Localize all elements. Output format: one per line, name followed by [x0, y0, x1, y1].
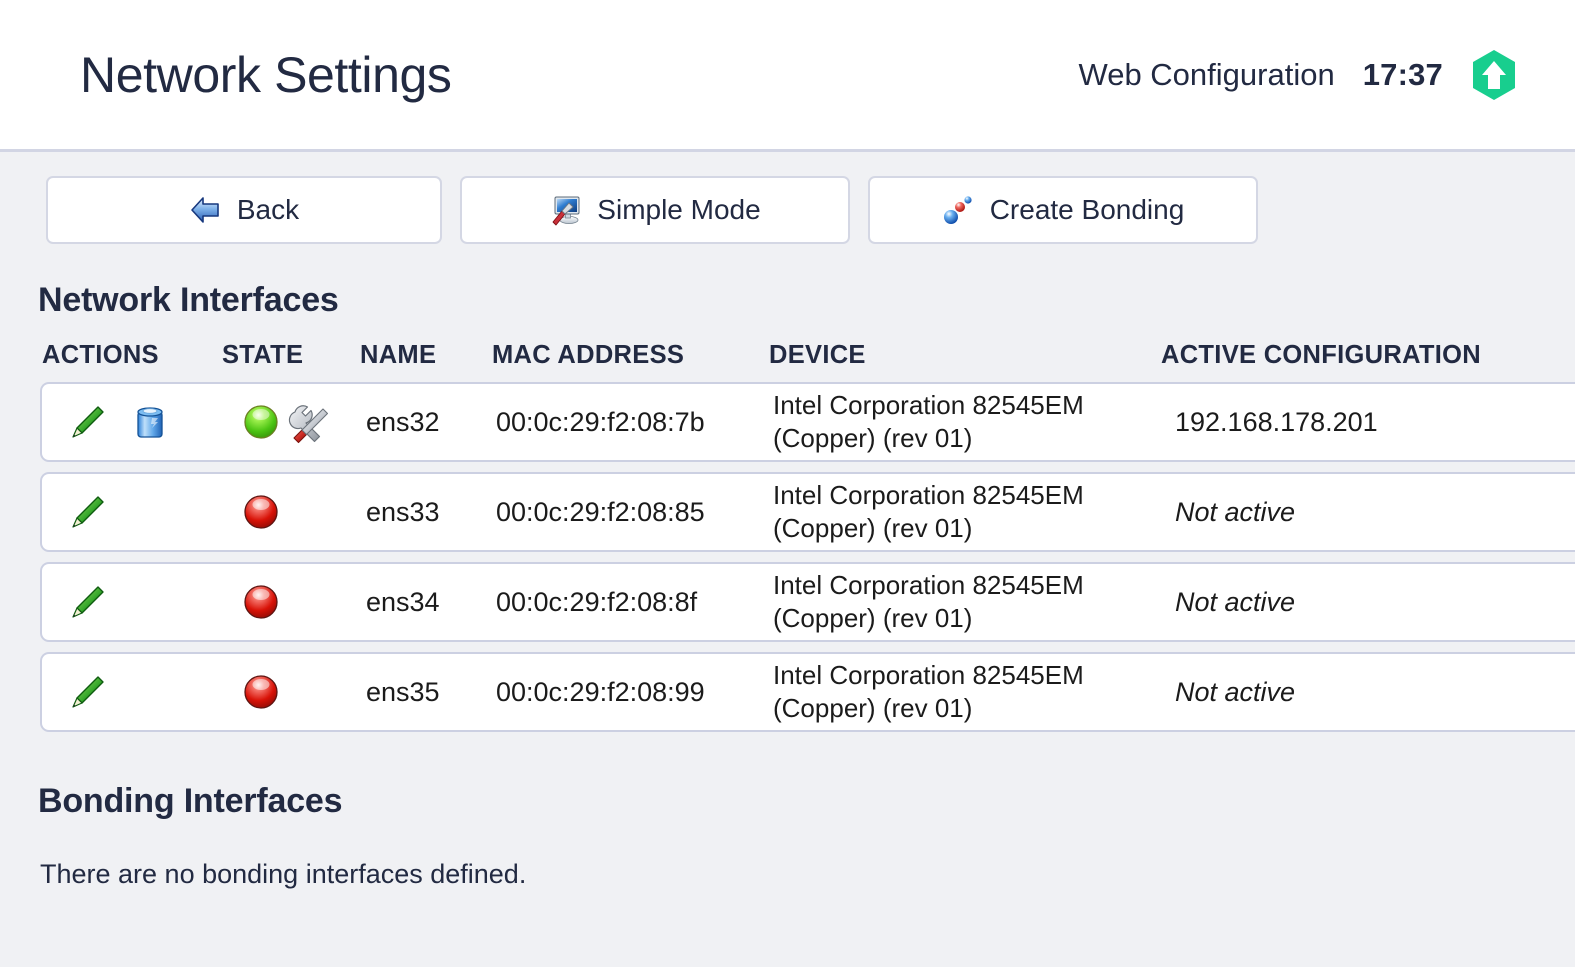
column-header-active-configuration: ACTIVE CONFIGURATION — [1161, 341, 1482, 369]
interface-active-configuration: Not active — [1175, 586, 1296, 617]
hexagon-up-arrow-logo-icon — [1471, 49, 1517, 101]
red-led-icon — [240, 671, 282, 713]
delete-trash-icon[interactable] — [130, 402, 170, 442]
interface-device: Intel Corporation 82545EM (Copper) (rev … — [773, 479, 1084, 543]
interface-active-configuration: Not active — [1175, 496, 1296, 527]
column-header-state: STATE — [222, 341, 304, 369]
row-actions — [42, 402, 222, 442]
red-led-icon — [240, 581, 282, 623]
monitor-screwdriver-icon — [549, 193, 583, 227]
back-button[interactable]: Back — [46, 176, 442, 244]
back-button-label: Back — [236, 194, 300, 225]
row-actions — [42, 582, 222, 622]
create-bonding-button-label: Create Bonding — [989, 194, 1185, 225]
row-state — [222, 491, 360, 533]
interface-active-configuration: Not active — [1175, 676, 1296, 707]
network-interfaces-heading: Network Interfaces — [38, 281, 339, 319]
green-led-icon — [240, 401, 282, 443]
interface-mac: 00:0c:29:f2:08:85 — [496, 496, 705, 527]
simple-mode-button-label: Simple Mode — [597, 194, 761, 225]
edit-pencil-icon[interactable] — [68, 672, 108, 712]
red-led-icon — [240, 491, 282, 533]
interface-active-configuration: 192.168.178.201 — [1175, 406, 1378, 437]
page-body: Back Simple Mode Create Bonding Network … — [0, 152, 1575, 890]
column-header-name: NAME — [360, 341, 437, 369]
bonding-interfaces-heading: Bonding Interfaces — [38, 782, 343, 820]
interface-device: Intel Corporation 82545EM (Copper) (rev … — [773, 389, 1084, 453]
row-state — [222, 399, 360, 445]
header-section-name: Web Configuration — [1078, 56, 1335, 92]
toolbar: Back Simple Mode Create Bonding — [0, 176, 1575, 244]
table-header-row: ACTIONS STATE NAME MAC ADDRESS DEVICE AC… — [40, 341, 1575, 382]
interface-name: ens35 — [366, 676, 440, 707]
bonding-empty-message: There are no bonding interfaces defined. — [40, 859, 527, 889]
table-row: ens32 00:0c:29:f2:08:7b Intel Corporatio… — [40, 382, 1575, 462]
bonding-spheres-icon — [942, 193, 976, 227]
interface-name: ens33 — [366, 496, 440, 527]
edit-pencil-icon[interactable] — [68, 492, 108, 532]
column-header-actions: ACTIONS — [42, 341, 159, 369]
row-actions — [42, 492, 222, 532]
create-bonding-button[interactable]: Create Bonding — [868, 176, 1258, 244]
row-state — [222, 671, 360, 713]
edit-pencil-icon[interactable] — [68, 402, 108, 442]
header-right-group: Web Configuration 17:37 — [1079, 49, 1518, 101]
table-row: ens35 00:0c:29:f2:08:99 Intel Corporatio… — [40, 652, 1575, 732]
back-arrow-icon — [189, 193, 223, 227]
interface-device: Intel Corporation 82545EM (Copper) (rev … — [773, 569, 1084, 633]
header-clock: 17:37 — [1362, 56, 1443, 92]
edit-pencil-icon[interactable] — [68, 582, 108, 622]
network-interfaces-table: ACTIONS STATE NAME MAC ADDRESS DEVICE AC… — [0, 341, 1575, 732]
interface-mac: 00:0c:29:f2:08:8f — [496, 586, 698, 617]
table-row: ens33 00:0c:29:f2:08:85 Intel Corporatio… — [40, 472, 1575, 552]
row-actions — [42, 672, 222, 712]
page-title: Network Settings — [80, 46, 452, 103]
interface-name: ens34 — [366, 586, 440, 617]
interface-mac: 00:0c:29:f2:08:7b — [496, 406, 705, 437]
column-header-mac-address: MAC ADDRESS — [492, 341, 685, 369]
table-row: ens34 00:0c:29:f2:08:8f Intel Corporatio… — [40, 562, 1575, 642]
column-header-device: DEVICE — [769, 341, 866, 369]
interface-device: Intel Corporation 82545EM (Copper) (rev … — [773, 659, 1084, 723]
row-state — [222, 581, 360, 623]
simple-mode-button[interactable]: Simple Mode — [460, 176, 850, 244]
interface-mac: 00:0c:29:f2:08:99 — [496, 676, 705, 707]
app-header: Network Settings Web Configuration 17:37 — [0, 0, 1575, 152]
interface-name: ens32 — [366, 406, 440, 437]
tools-icon[interactable] — [288, 399, 334, 445]
